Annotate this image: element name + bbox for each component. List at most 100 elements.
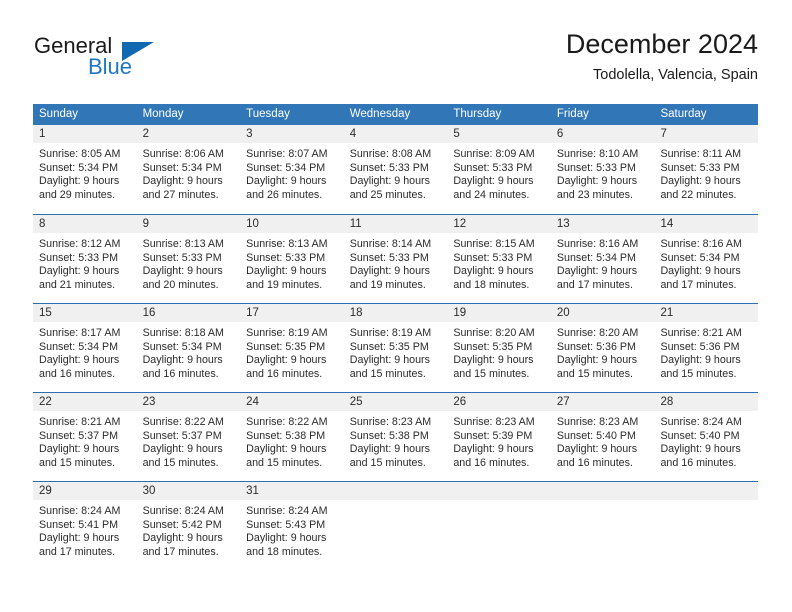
calendar-day-cell[interactable]: 11 Sunrise: 8:14 AM Sunset: 5:33 PM Dayligh… <box>343 215 448 303</box>
calendar-weeks: 1 Sunrise: 8:05 AM Sunset: 5:34 PM Daylight… <box>33 125 759 570</box>
day-detail-line: Sunset: 5:36 PM <box>660 340 740 353</box>
calendar-day-cell[interactable]: 27 Sunrise: 8:23 AM Sunset: 5:40 PM Dayligh… <box>550 393 655 481</box>
calendar-day-cell[interactable]: 30 Sunrise: 8:24 AM Sunset: 5:42 PM Dayligh… <box>136 482 241 570</box>
day-detail-line: Daylight: 9 hours <box>349 443 430 456</box>
day-detail-line: Sunrise: 8:10 AM <box>556 148 639 160</box>
day-number: 28 <box>660 396 674 408</box>
day-detail-line: Sunrise: 8:05 AM <box>39 148 121 160</box>
day-detail-line: Sunrise: 8:24 AM <box>660 416 742 428</box>
day-details: Sunrise: 8:22 AM Sunset: 5:37 PM Daylight:… <box>137 411 241 471</box>
day-detail-line: Sunrise: 8:24 AM <box>142 505 224 517</box>
calendar-day-cell[interactable]: 1 Sunrise: 8:05 AM Sunset: 5:34 PM Daylight… <box>33 125 137 214</box>
calendar-page: General Blue December 2024 Todolella, Va… <box>0 0 792 612</box>
calendar-day-cell[interactable]: 15 Sunrise: 8:17 AM Sunset: 5:34 PM Dayligh… <box>33 304 137 392</box>
day-detail-line: Daylight: 9 hours <box>660 265 741 278</box>
day-detail-line: Sunrise: 8:13 AM <box>142 238 224 250</box>
day-number-band: 29 <box>33 482 137 500</box>
calendar-day-cell[interactable]: 21 Sunrise: 8:21 AM Sunset: 5:36 PM Dayligh… <box>654 304 759 392</box>
calendar-day-cell[interactable]: 3 Sunrise: 8:07 AM Sunset: 5:34 PM Daylight… <box>240 125 344 214</box>
day-details: Sunrise: 8:10 AM Sunset: 5:33 PM Daylight:… <box>551 143 655 203</box>
day-number-band: 31 <box>240 482 344 500</box>
day-detail-line: Daylight: 9 hours <box>246 175 327 188</box>
day-number: 29 <box>39 485 52 497</box>
general-blue-logo[interactable]: General Blue <box>34 28 244 88</box>
calendar-day-cell[interactable]: 19 Sunrise: 8:20 AM Sunset: 5:35 PM Dayligh… <box>447 304 551 392</box>
page-title: December 2024 <box>565 29 758 59</box>
day-detail-line: Sunset: 5:35 PM <box>349 340 429 353</box>
day-number-band: 25 <box>343 393 448 411</box>
day-details: Sunrise: 8:11 AM Sunset: 5:33 PM Daylight:… <box>654 143 758 203</box>
calendar-day-cell[interactable]: 22 Sunrise: 8:21 AM Sunset: 5:37 PM Dayligh… <box>33 393 137 481</box>
day-number-band <box>447 482 551 500</box>
day-detail-line: Sunset: 5:34 PM <box>556 251 636 264</box>
day-detail-line: Sunrise: 8:24 AM <box>39 505 121 517</box>
calendar-day-cell[interactable]: 25 Sunrise: 8:23 AM Sunset: 5:38 PM Dayligh… <box>343 393 448 481</box>
calendar-day-cell[interactable]: 9 Sunrise: 8:13 AM Sunset: 5:33 PM Daylight… <box>136 215 241 303</box>
day-details: Sunrise: 8:20 AM Sunset: 5:35 PM Daylight:… <box>447 322 551 382</box>
day-detail-line: Sunset: 5:35 PM <box>453 340 533 353</box>
day-detail-line: Sunset: 5:33 PM <box>556 161 636 174</box>
day-number-band: 23 <box>136 393 241 411</box>
day-detail-line: Sunrise: 8:23 AM <box>453 416 535 428</box>
day-detail-line: Sunrise: 8:17 AM <box>39 327 121 339</box>
day-number: 1 <box>39 128 46 140</box>
day-detail-line: and 16 minutes. <box>660 457 737 470</box>
calendar-day-cell[interactable]: 10 Sunrise: 8:13 AM Sunset: 5:33 PM Dayligh… <box>240 215 344 303</box>
day-detail-line: and 25 minutes. <box>349 189 426 202</box>
day-detail-line: and 15 minutes. <box>349 457 426 470</box>
weekday-header-friday: Friday <box>556 108 589 120</box>
weekday-header-sunday: Sunday <box>39 108 79 120</box>
calendar-day-cell[interactable]: 16 Sunrise: 8:18 AM Sunset: 5:34 PM Dayligh… <box>136 304 241 392</box>
calendar-day-cell[interactable]: 17 Sunrise: 8:19 AM Sunset: 5:35 PM Dayligh… <box>240 304 344 392</box>
calendar-day-cell[interactable]: 5 Sunrise: 8:09 AM Sunset: 5:33 PM Daylight… <box>447 125 551 214</box>
day-details: Sunrise: 8:06 AM Sunset: 5:34 PM Daylight:… <box>137 143 241 203</box>
calendar-day-cell[interactable]: 29 Sunrise: 8:24 AM Sunset: 5:41 PM Dayligh… <box>33 482 137 570</box>
calendar-day-cell[interactable]: 31 Sunrise: 8:24 AM Sunset: 5:43 PM Dayligh… <box>240 482 344 570</box>
calendar-day-cell[interactable]: 6 Sunrise: 8:10 AM Sunset: 5:33 PM Daylight… <box>550 125 655 214</box>
day-number-band: 12 <box>447 215 551 233</box>
day-detail-line: Sunset: 5:40 PM <box>556 429 636 442</box>
day-detail-line: Daylight: 9 hours <box>453 265 534 278</box>
calendar-day-cell[interactable]: 4 Sunrise: 8:08 AM Sunset: 5:33 PM Daylight… <box>343 125 448 214</box>
calendar-day-cell[interactable]: 8 Sunrise: 8:12 AM Sunset: 5:33 PM Daylight… <box>33 215 137 303</box>
calendar-day-cell[interactable]: 23 Sunrise: 8:22 AM Sunset: 5:37 PM Dayligh… <box>136 393 241 481</box>
day-detail-line: Daylight: 9 hours <box>39 265 120 278</box>
day-number-band: 16 <box>136 304 241 322</box>
day-details: Sunrise: 8:24 AM Sunset: 5:40 PM Daylight:… <box>654 411 758 471</box>
day-detail-line: and 15 minutes. <box>453 368 530 381</box>
day-details: Sunrise: 8:23 AM Sunset: 5:38 PM Daylight:… <box>344 411 448 471</box>
day-detail-line: and 27 minutes. <box>142 189 219 202</box>
day-detail-line: Sunset: 5:34 PM <box>660 251 740 264</box>
day-detail-line: Sunset: 5:38 PM <box>246 429 326 442</box>
calendar-day-cell[interactable]: 20 Sunrise: 8:20 AM Sunset: 5:36 PM Dayligh… <box>550 304 655 392</box>
day-detail-line: Sunrise: 8:20 AM <box>453 327 535 339</box>
day-detail-line: Daylight: 9 hours <box>556 265 638 278</box>
day-number: 19 <box>453 307 467 319</box>
calendar-week-row: 1 Sunrise: 8:05 AM Sunset: 5:34 PM Daylight… <box>33 125 759 214</box>
day-details: Sunrise: 8:23 AM Sunset: 5:39 PM Daylight:… <box>447 411 551 471</box>
day-number: 3 <box>246 128 253 140</box>
calendar-day-cell[interactable]: 13 Sunrise: 8:16 AM Sunset: 5:34 PM Dayligh… <box>550 215 655 303</box>
day-number: 22 <box>39 396 52 408</box>
day-detail-line: and 15 minutes. <box>246 457 323 470</box>
calendar-day-cell[interactable]: 26 Sunrise: 8:23 AM Sunset: 5:39 PM Dayligh… <box>447 393 551 481</box>
day-number: 26 <box>453 396 467 408</box>
day-detail-line: Daylight: 9 hours <box>660 354 741 367</box>
day-number: 21 <box>660 307 674 319</box>
day-details <box>344 500 448 505</box>
location-subtitle: Todolella, Valencia, Spain <box>593 67 758 83</box>
calendar-day-cell[interactable]: 12 Sunrise: 8:15 AM Sunset: 5:33 PM Dayligh… <box>447 215 551 303</box>
day-number-band: 5 <box>447 125 551 143</box>
day-number-band: 30 <box>136 482 241 500</box>
day-detail-line: Sunrise: 8:20 AM <box>556 327 639 339</box>
calendar-day-cell[interactable]: 24 Sunrise: 8:22 AM Sunset: 5:38 PM Dayligh… <box>240 393 344 481</box>
day-number: 4 <box>349 128 357 140</box>
calendar-day-cell[interactable]: 14 Sunrise: 8:16 AM Sunset: 5:34 PM Dayligh… <box>654 215 759 303</box>
calendar-day-cell[interactable]: 2 Sunrise: 8:06 AM Sunset: 5:34 PM Daylight… <box>136 125 241 214</box>
calendar-day-cell[interactable]: 7 Sunrise: 8:11 AM Sunset: 5:33 PM Daylight… <box>654 125 759 214</box>
day-detail-line: Sunrise: 8:23 AM <box>556 416 639 428</box>
calendar-day-cell[interactable]: 28 Sunrise: 8:24 AM Sunset: 5:40 PM Dayligh… <box>654 393 759 481</box>
day-number: 13 <box>556 218 570 230</box>
day-detail-line: and 23 minutes. <box>556 189 633 202</box>
calendar-day-cell[interactable]: 18 Sunrise: 8:19 AM Sunset: 5:35 PM Dayligh… <box>343 304 448 392</box>
